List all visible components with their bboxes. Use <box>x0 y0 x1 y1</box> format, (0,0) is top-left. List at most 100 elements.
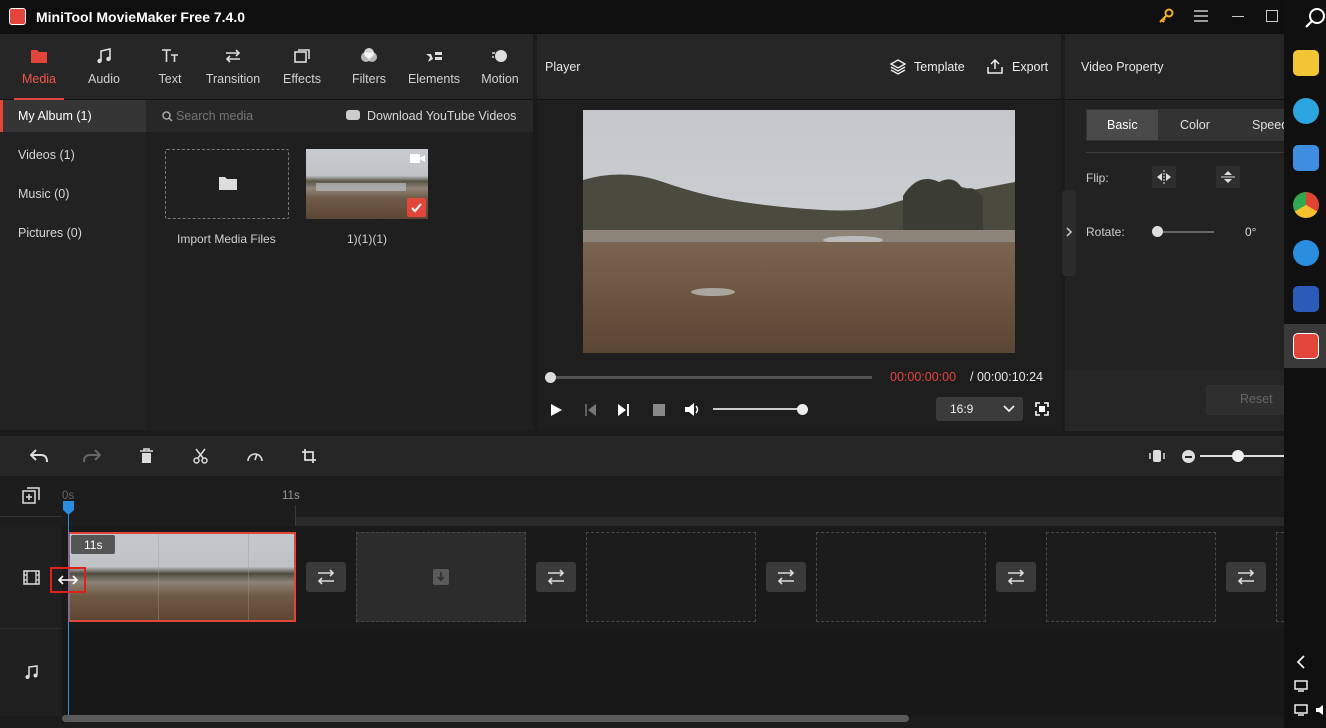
tab-text[interactable]: Text <box>137 34 203 100</box>
edge-browser-icon[interactable] <box>1293 98 1319 124</box>
tab-elements[interactable]: Elements <box>401 34 467 100</box>
ruler-mark-label: 11s <box>282 490 300 502</box>
tab-audio[interactable]: Audio <box>71 34 137 100</box>
chevron-down-icon <box>1003 405 1015 413</box>
photos-icon[interactable] <box>1293 145 1319 171</box>
filters-icon <box>360 48 378 64</box>
total-time: / 00:00:10:24 <box>970 370 1043 384</box>
divider <box>1086 152 1284 153</box>
tab-effects[interactable]: Effects <box>269 34 335 100</box>
chat-icon[interactable] <box>1293 240 1319 266</box>
tab-speed-label: Speed <box>1252 118 1284 132</box>
export-button[interactable]: Export <box>1012 60 1048 74</box>
zoom-out-icon[interactable] <box>1182 450 1195 463</box>
import-media-label: Import Media Files <box>177 232 276 246</box>
tab-audio-label: Audio <box>88 72 120 86</box>
track-headers <box>0 526 62 716</box>
tab-filters[interactable]: Filters <box>336 34 402 100</box>
property-title: Video Property <box>1081 60 1164 74</box>
moviemaker-taskbar-icon[interactable] <box>1293 333 1319 359</box>
play-icon[interactable] <box>550 403 563 417</box>
rotate-knob[interactable] <box>1152 226 1163 237</box>
chrome-icon[interactable] <box>1293 192 1319 218</box>
crop-icon[interactable] <box>301 448 317 464</box>
key-icon[interactable] <box>1158 8 1174 24</box>
tab-media[interactable]: Media <box>6 34 72 100</box>
tab-transition[interactable]: Transition <box>200 34 266 100</box>
flip-vertical-icon[interactable] <box>1216 166 1240 188</box>
redo-icon[interactable] <box>83 448 101 464</box>
network-icon[interactable] <box>1294 680 1308 692</box>
transition-slot-button[interactable] <box>996 562 1036 592</box>
ruler-track-bar <box>296 517 1284 526</box>
network-icon[interactable] <box>1294 704 1308 716</box>
album-item-music[interactable]: Music (0) <box>0 178 146 210</box>
album-item-pictures[interactable]: Pictures (0) <box>0 217 146 249</box>
next-frame-icon[interactable] <box>617 403 630 417</box>
transition-slot-button[interactable] <box>536 562 576 592</box>
fullscreen-icon[interactable] <box>1035 402 1049 416</box>
template-button[interactable]: Template <box>914 60 965 74</box>
album-item-videos[interactable]: Videos (1) <box>0 139 146 171</box>
current-time: 00:00:00:00 <box>890 370 957 384</box>
transition-slot-button[interactable] <box>1226 562 1266 592</box>
speaker-icon[interactable] <box>1315 704 1326 716</box>
tab-basic-label: Basic <box>1107 118 1138 132</box>
progress-knob[interactable] <box>545 372 556 383</box>
progress-track[interactable] <box>550 376 872 379</box>
resize-arrow-icon <box>57 574 79 586</box>
empty-clip-slot[interactable] <box>586 532 756 622</box>
transition-slot-button[interactable] <box>766 562 806 592</box>
player-title: Player <box>545 60 581 74</box>
flip-label: Flip: <box>1086 171 1109 185</box>
undo-icon[interactable] <box>30 448 48 464</box>
horizontal-scrollbar[interactable] <box>62 715 909 722</box>
zoom-knob[interactable] <box>1232 450 1244 462</box>
snap-icon[interactable] <box>1149 449 1165 463</box>
tab-color[interactable]: Color <box>1180 118 1210 132</box>
previous-frame-icon[interactable] <box>584 403 597 417</box>
minimize-icon[interactable] <box>1232 16 1244 17</box>
rotate-value: 0° <box>1245 225 1257 239</box>
volume-track[interactable] <box>713 408 807 410</box>
word-icon[interactable] <box>1293 286 1319 312</box>
empty-clip-slot[interactable] <box>1276 532 1284 622</box>
audio-track[interactable] <box>62 628 1284 716</box>
menu-icon[interactable] <box>1194 10 1208 22</box>
tab-speed[interactable]: Speed <box>1250 110 1284 140</box>
tab-motion-label: Motion <box>481 72 519 86</box>
music-note-icon <box>96 48 112 64</box>
tab-filters-label: Filters <box>351 72 387 86</box>
media-clip-name: 1)(1)(1) <box>347 232 388 246</box>
player-header <box>537 34 1061 100</box>
album-item-my-album[interactable]: My Album (1) <box>0 100 146 132</box>
stop-icon[interactable] <box>653 404 665 416</box>
search-input[interactable] <box>176 107 326 125</box>
search-icon[interactable] <box>1304 7 1326 29</box>
volume-icon[interactable] <box>684 402 702 417</box>
aspect-ratio-value: 16:9 <box>950 402 974 416</box>
folder-import-icon <box>219 176 237 190</box>
rotate-track[interactable] <box>1156 231 1214 233</box>
empty-clip-slot[interactable] <box>1046 532 1216 622</box>
checked-icon <box>407 198 426 217</box>
clip-duration: 11s <box>84 538 103 552</box>
tab-effects-label: Effects <box>283 72 321 86</box>
tab-motion[interactable]: Motion <box>467 34 533 100</box>
folder-icon <box>30 48 48 64</box>
speed-icon[interactable] <box>246 448 264 464</box>
add-track-icon[interactable] <box>22 487 40 505</box>
export-icon <box>987 58 1003 74</box>
transition-slot-button[interactable] <box>306 562 346 592</box>
flip-horizontal-icon[interactable] <box>1152 166 1176 188</box>
tab-text-label: Text <box>158 72 182 86</box>
delete-icon[interactable] <box>139 448 154 464</box>
chevron-left-icon[interactable] <box>1296 655 1306 669</box>
split-icon[interactable] <box>193 448 208 464</box>
empty-clip-slot[interactable] <box>816 532 986 622</box>
file-explorer-icon[interactable] <box>1293 50 1319 76</box>
chevron-right-icon <box>1066 227 1073 237</box>
playhead-handle[interactable] <box>62 500 75 516</box>
maximize-icon[interactable] <box>1266 10 1278 22</box>
download-youtube-button[interactable]: Download YouTube Videos <box>367 109 516 123</box>
